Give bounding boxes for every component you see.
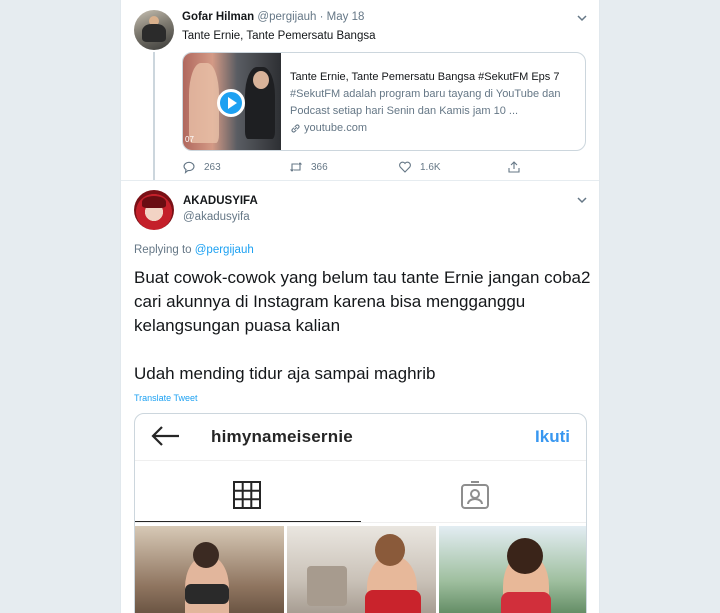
parent-tweet-header: Gofar Hilman @pergijauh · May 18 bbox=[182, 11, 364, 23]
photo-figure-dress bbox=[501, 592, 551, 613]
photo-figure-head bbox=[375, 534, 405, 566]
photo-figure-head bbox=[193, 542, 219, 568]
thumb-figure-left bbox=[189, 63, 219, 143]
grid-icon bbox=[233, 481, 261, 509]
retweet-icon bbox=[290, 162, 302, 172]
reply-count: 263 bbox=[204, 161, 221, 173]
retweet-button[interactable]: 366 bbox=[289, 160, 328, 174]
reply-button[interactable]: 263 bbox=[182, 160, 221, 174]
avatar-figure-body bbox=[142, 24, 166, 42]
replying-label: Replying to bbox=[134, 244, 192, 256]
link-preview-card[interactable]: 07 Tante Ernie, Tante Pemersatu Bangsa #… bbox=[182, 52, 586, 151]
tweet-media-image[interactable]: himynameisernie Ikuti bbox=[134, 413, 587, 613]
photo-figure-head bbox=[507, 538, 543, 574]
card-thumbnail: 07 bbox=[183, 53, 281, 150]
separator-dot: · bbox=[319, 11, 324, 23]
parent-tweet-date[interactable]: May 18 bbox=[327, 11, 365, 23]
author-name[interactable]: AKADUSYIFA bbox=[183, 195, 258, 207]
like-icon bbox=[399, 161, 411, 173]
card-description: #SekutFM adalah program baru tayang di Y… bbox=[290, 88, 561, 117]
ig-photo-3 bbox=[439, 526, 586, 613]
parent-author-handle[interactable]: @pergijauh bbox=[257, 11, 316, 23]
tweet-text: Buat cowok-cowok yang belum tau tante Er… bbox=[134, 266, 594, 410]
ig-divider bbox=[135, 460, 586, 461]
card-domain-text: youtube.com bbox=[304, 122, 367, 134]
thread-connector bbox=[153, 52, 155, 180]
tweet-thread: Gofar Hilman @pergijauh · May 18 Tante E… bbox=[120, 0, 600, 613]
ig-tab-divider bbox=[135, 522, 586, 523]
replying-to: Replying to @pergijauh bbox=[134, 244, 254, 256]
parent-tweet-actions: 263 366 1.6K bbox=[182, 160, 582, 176]
card-domain: youtube.com bbox=[290, 120, 580, 137]
thumb-tag: 07 bbox=[185, 135, 194, 144]
parent-author-name[interactable]: Gofar Hilman bbox=[182, 11, 254, 23]
tagged-icon bbox=[461, 481, 489, 509]
card-body: Tante Ernie, Tante Pemersatu Bangsa #Sek… bbox=[290, 69, 580, 137]
translate-tweet-link[interactable]: Translate Tweet bbox=[134, 393, 198, 403]
like-count: 1.6K bbox=[420, 161, 441, 173]
gofar-avatar[interactable] bbox=[134, 10, 174, 50]
avatar-hat bbox=[142, 196, 166, 208]
photo-figure-top bbox=[185, 584, 229, 604]
card-title: Tante Ernie, Tante Pemersatu Bangsa #Sek… bbox=[290, 71, 560, 83]
photo-figure-dress bbox=[365, 590, 421, 613]
link-icon bbox=[291, 124, 300, 133]
ig-photo-2 bbox=[287, 526, 436, 613]
share-icon bbox=[508, 161, 520, 173]
retweet-count: 366 bbox=[311, 161, 328, 173]
play-icon[interactable] bbox=[217, 89, 245, 117]
akadusyifa-avatar[interactable] bbox=[134, 190, 174, 230]
thumb-figure-head bbox=[253, 71, 269, 89]
like-button[interactable]: 1.6K bbox=[398, 160, 441, 174]
photo-furniture bbox=[307, 566, 347, 606]
share-button[interactable] bbox=[507, 160, 521, 174]
ig-username: himynameisernie bbox=[211, 427, 353, 446]
chevron-down-icon[interactable] bbox=[575, 11, 589, 25]
tweet-paragraph-1: Buat cowok-cowok yang belum tau tante Er… bbox=[134, 268, 591, 335]
tweet-paragraph-2: Udah mending tidur aja sampai maghrib bbox=[134, 364, 436, 383]
author-handle[interactable]: @akadusyifa bbox=[183, 211, 250, 223]
replying-to-link[interactable]: @pergijauh bbox=[195, 244, 254, 256]
ig-photo-1 bbox=[135, 526, 284, 613]
tweet-divider bbox=[121, 180, 599, 181]
back-arrow-icon bbox=[151, 426, 179, 446]
chevron-down-icon[interactable] bbox=[575, 193, 589, 207]
parent-tweet-text: Tante Ernie, Tante Pemersatu Bangsa bbox=[182, 30, 376, 42]
ig-follow-button: Ikuti bbox=[535, 427, 570, 446]
reply-icon bbox=[183, 161, 195, 174]
